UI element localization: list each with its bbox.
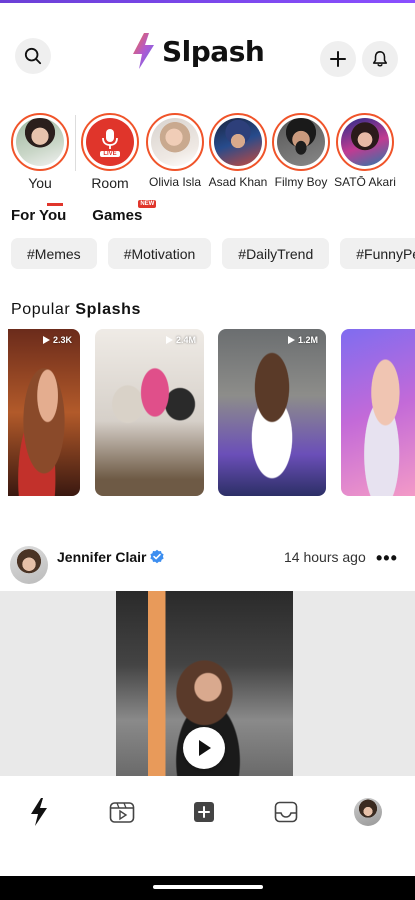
tab-games[interactable]: Games NEW (92, 200, 157, 224)
story-label: Olivia Isla (148, 175, 201, 189)
story-ring: LIVE (81, 113, 139, 171)
reels-icon (109, 802, 135, 823)
stories-row: You LIVE Room Olivia Isla Asad Khan Film… (0, 113, 415, 195)
play-icon (165, 336, 173, 344)
app-name: Slpash (162, 34, 265, 68)
story-ring (209, 113, 267, 171)
feed-tabs: For You Games NEW (11, 200, 157, 224)
add-post-icon (194, 802, 214, 822)
play-icon (42, 336, 50, 344)
chip-memes[interactable]: #Memes (11, 238, 97, 269)
story-avatar (151, 118, 199, 166)
notifications-button[interactable] (362, 41, 398, 77)
story-avatar (214, 118, 262, 166)
popular-splashs-title: Popular Splashs (11, 301, 141, 319)
verified-badge-icon (150, 549, 164, 564)
app-header: Slpash (0, 28, 415, 84)
chip-dailytrend[interactable]: #DailyTrend (222, 238, 330, 269)
splash-icon (31, 798, 47, 826)
inbox-icon (274, 801, 298, 823)
view-count: 1.2M (297, 335, 318, 345)
nav-home[interactable] (25, 798, 53, 826)
reel-views: 1.2M (287, 335, 318, 345)
bell-icon (372, 51, 388, 67)
story-label: You (28, 175, 52, 191)
hashtag-chips: #Memes #Motivation #DailyTrend #FunnyPe (11, 238, 415, 269)
live-badge: LIVE (100, 150, 120, 157)
story-avatar (16, 118, 64, 166)
active-tab-indicator (47, 203, 63, 206)
story-sato-akari[interactable]: SATŌ Akari (334, 113, 396, 189)
story-filmy-boy[interactable]: Filmy Boy (270, 113, 332, 189)
search-icon (24, 47, 42, 65)
post-header: Jennifer Clair 14 hours ago ••• (10, 544, 405, 584)
story-ring (11, 113, 69, 171)
reel-card[interactable]: 1.2M (218, 329, 326, 496)
reel-card[interactable] (341, 329, 415, 496)
tab-label: For You (11, 207, 67, 224)
reel-card[interactable]: 2.4M (95, 329, 204, 496)
nav-inbox[interactable] (272, 798, 300, 826)
author-name[interactable]: Jennifer Clair (57, 549, 146, 565)
reel-card[interactable]: 2.3K (8, 329, 80, 496)
chip-funny[interactable]: #FunnyPe (340, 238, 415, 269)
view-count: 2.3K (52, 335, 72, 345)
chip-motivation[interactable]: #Motivation (107, 238, 212, 269)
story-room[interactable]: LIVE Room (79, 113, 141, 191)
story-label: Room (91, 175, 129, 191)
stories-divider (75, 115, 76, 171)
story-ring (336, 113, 394, 171)
story-avatar (277, 118, 325, 166)
app-logo: Slpash (130, 32, 265, 70)
search-button[interactable] (15, 38, 51, 74)
title-bold: Splashs (75, 301, 141, 318)
nav-profile[interactable] (354, 798, 382, 826)
story-ring (146, 113, 204, 171)
home-indicator[interactable] (153, 885, 263, 889)
play-button[interactable] (183, 727, 225, 769)
popular-reels: 2.3K 2.4M 1.2M (0, 329, 415, 496)
story-label: SATŌ Akari (334, 175, 396, 189)
post-time: 14 hours ago (284, 549, 366, 565)
view-count: 2.4M (175, 335, 196, 345)
add-button[interactable] (320, 41, 356, 77)
author-avatar[interactable] (10, 546, 48, 584)
new-badge: NEW (138, 200, 157, 208)
nav-reels[interactable] (108, 798, 136, 826)
bottom-navigation (0, 776, 415, 876)
story-ring (272, 113, 330, 171)
live-room-badge: LIVE (86, 118, 134, 166)
microphone-icon (102, 128, 118, 149)
nav-add-post[interactable] (190, 798, 218, 826)
top-accent-line (0, 0, 415, 3)
story-olivia-isla[interactable]: Olivia Isla (144, 113, 206, 189)
play-icon (287, 336, 295, 344)
tab-label: Games (92, 207, 143, 224)
reel-views: 2.3K (42, 335, 72, 345)
plus-icon (330, 51, 346, 67)
reel-views: 2.4M (165, 335, 196, 345)
lightning-logo-icon (133, 33, 154, 69)
story-avatar (341, 118, 389, 166)
title-plain: Popular (11, 301, 71, 318)
story-you[interactable]: You (9, 113, 71, 191)
more-options-button[interactable]: ••• (376, 548, 398, 569)
story-asad-khan[interactable]: Asad Khan (207, 113, 269, 189)
tab-for-you[interactable]: For You (11, 203, 67, 224)
play-icon (199, 740, 211, 756)
story-label: Filmy Boy (274, 175, 328, 189)
story-label: Asad Khan (208, 175, 268, 189)
